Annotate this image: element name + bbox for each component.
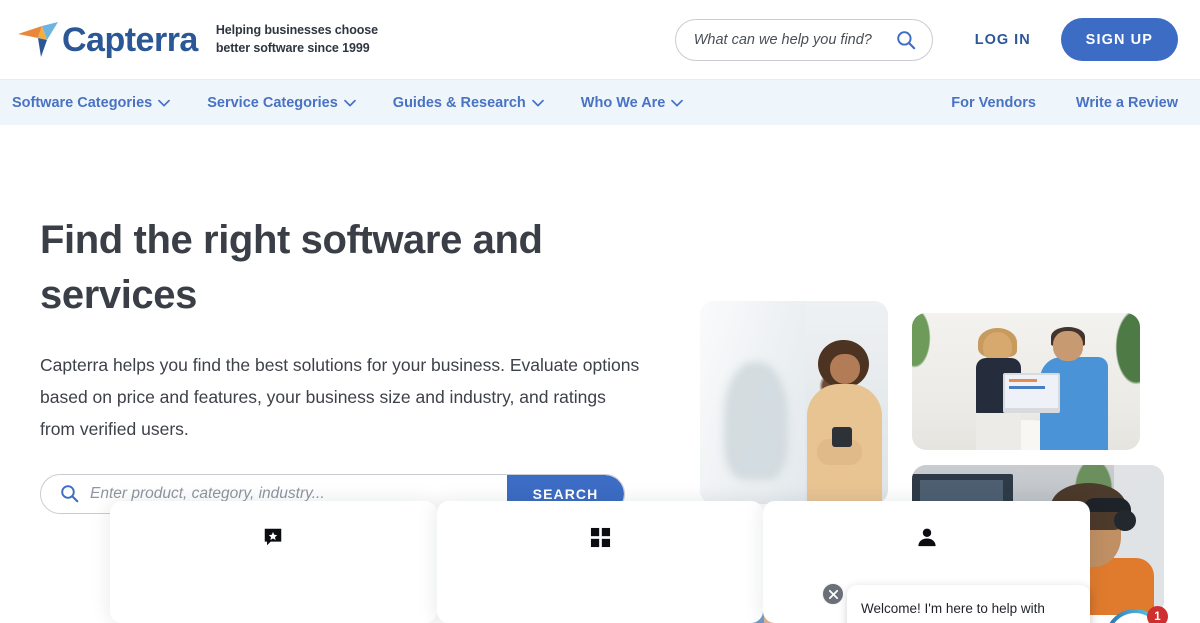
nav-label: Service Categories xyxy=(207,94,338,111)
nav-label: For Vendors xyxy=(951,94,1036,111)
nav-label: Guides & Research xyxy=(392,94,526,111)
nav-item-who-we-are[interactable]: Who We Are xyxy=(581,95,684,111)
page-title: Find the right software and services xyxy=(40,218,543,318)
feature-card-reviews[interactable] xyxy=(110,501,437,623)
nav-secondary: For Vendors Write a Review xyxy=(911,95,1178,111)
tagline-line-1: Helping businesses choose xyxy=(215,23,378,38)
nav-label: Software Categories xyxy=(12,94,153,111)
signup-button[interactable]: SIGN UP xyxy=(1060,18,1178,61)
brand-tagline: Helping businesses choose better softwar… xyxy=(216,22,378,57)
search-icon[interactable] xyxy=(60,484,79,503)
close-icon xyxy=(828,589,838,599)
chat-unread-badge: 1 xyxy=(1147,606,1168,623)
hero-subtitle: Capterra helps you find the best solutio… xyxy=(40,355,640,440)
person-icon xyxy=(904,515,949,559)
brand-logo[interactable]: Capterra xyxy=(16,20,198,60)
chat-message-text: Welcome! I'm here to help with your rese… xyxy=(861,601,1048,623)
feature-card-categories[interactable] xyxy=(436,501,764,623)
chat-close-button[interactable] xyxy=(822,583,844,605)
nav-item-guides-research[interactable]: Guides & Research xyxy=(393,95,544,111)
hero-content: Find the right software and services Cap… xyxy=(40,213,660,514)
nav-item-for-vendors[interactable]: For Vendors xyxy=(951,95,1036,111)
header-search-input[interactable] xyxy=(693,31,896,48)
header-search-box[interactable] xyxy=(674,18,933,61)
hero-photo-laptop-demo xyxy=(912,313,1140,450)
paper-plane-logo-icon xyxy=(18,21,58,57)
chevron-down-icon xyxy=(158,99,171,106)
brand-name: Capterra xyxy=(62,20,198,59)
nav-label: Who We Are xyxy=(580,94,666,111)
site-header: Capterra Helping businesses choose bette… xyxy=(0,0,1200,79)
search-icon[interactable] xyxy=(896,30,916,50)
nav-item-write-a-review[interactable]: Write a Review xyxy=(1076,95,1178,111)
tagline-line-2: better software since 1999 xyxy=(215,40,370,55)
chevron-down-icon xyxy=(531,99,544,106)
hero-photo-woman-with-phone xyxy=(700,301,888,504)
hero-section: Find the right software and services Cap… xyxy=(0,125,1200,623)
nav-item-service-categories[interactable]: Service Categories xyxy=(207,95,356,111)
chat-greeting-bubble[interactable]: Welcome! I'm here to help with your rese… xyxy=(847,585,1090,623)
header-actions: LOG IN SIGN UP xyxy=(674,18,1178,61)
main-navigation: Software Categories Service Categories G… xyxy=(0,79,1200,125)
chevron-down-icon xyxy=(343,99,356,106)
grid-squares-icon xyxy=(578,515,622,559)
nav-item-software-categories[interactable]: Software Categories xyxy=(12,94,171,111)
login-link[interactable]: LOG IN xyxy=(975,32,1031,48)
review-star-bubble-icon xyxy=(251,515,296,559)
nav-label: Write a Review xyxy=(1075,94,1178,111)
chevron-down-icon xyxy=(671,99,684,106)
